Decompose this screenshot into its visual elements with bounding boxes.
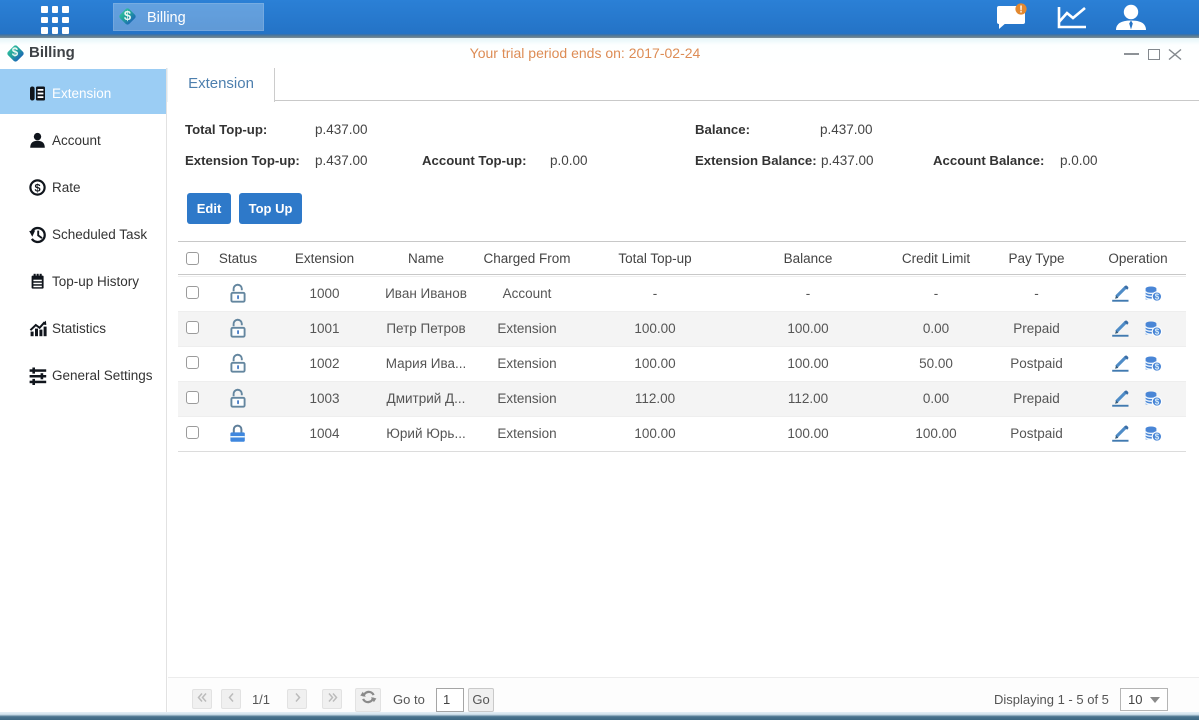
svg-text:$: $ xyxy=(1155,433,1160,442)
svg-text:$: $ xyxy=(1155,328,1160,337)
svg-text:$: $ xyxy=(34,182,40,194)
svg-text:!: ! xyxy=(1019,5,1022,16)
svg-text:$: $ xyxy=(1155,293,1160,302)
svg-text:$: $ xyxy=(1155,398,1160,407)
svg-text:$: $ xyxy=(1155,363,1160,372)
